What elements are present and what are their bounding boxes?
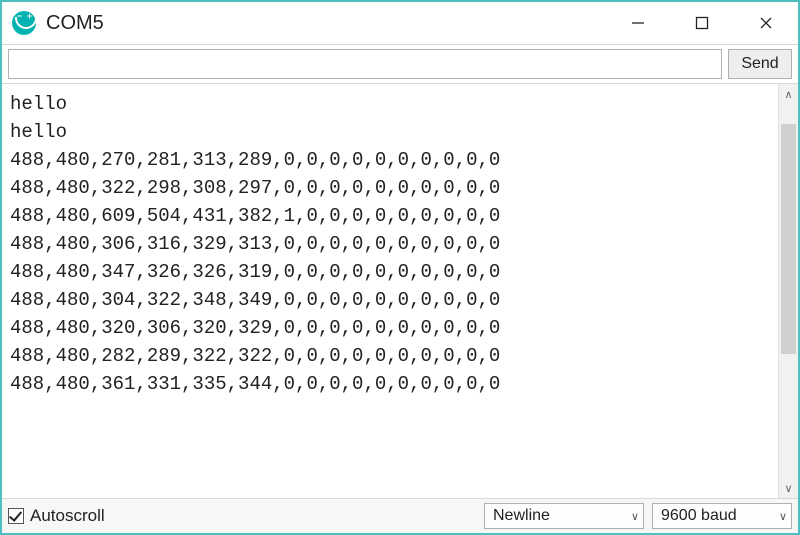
window-controls <box>606 2 798 44</box>
scroll-track[interactable] <box>779 104 798 478</box>
send-button[interactable]: Send <box>728 49 792 79</box>
scroll-thumb[interactable] <box>781 124 796 354</box>
serial-monitor-window: −+ COM5 Send hello hello 488,480,270,281… <box>0 0 800 535</box>
close-icon <box>759 16 773 30</box>
titlebar: −+ COM5 <box>2 2 798 44</box>
autoscroll-label: Autoscroll <box>30 506 105 526</box>
maximize-button[interactable] <box>670 2 734 44</box>
baud-rate-value: 9600 baud <box>661 507 773 525</box>
send-toolbar: Send <box>2 44 798 83</box>
output-area: hello hello 488,480,270,281,313,289,0,0,… <box>2 83 798 499</box>
close-button[interactable] <box>734 2 798 44</box>
maximize-icon <box>695 16 709 30</box>
autoscroll-checkbox[interactable]: Autoscroll <box>8 506 105 526</box>
scroll-up-arrow-icon[interactable]: ∧ <box>779 84 798 104</box>
line-ending-value: Newline <box>493 507 625 525</box>
minimize-icon <box>631 16 645 30</box>
minimize-button[interactable] <box>606 2 670 44</box>
baud-rate-dropdown[interactable]: 9600 baud ∨ <box>652 503 792 529</box>
window-title: COM5 <box>46 12 606 35</box>
serial-output[interactable]: hello hello 488,480,270,281,313,289,0,0,… <box>2 84 778 498</box>
serial-input[interactable] <box>8 49 722 79</box>
scroll-down-arrow-icon[interactable]: ∨ <box>779 478 798 498</box>
chevron-down-icon: ∨ <box>631 510 639 523</box>
vertical-scrollbar[interactable]: ∧ ∨ <box>778 84 798 498</box>
chevron-down-icon: ∨ <box>779 510 787 523</box>
checkbox-icon <box>8 508 24 524</box>
line-ending-dropdown[interactable]: Newline ∨ <box>484 503 644 529</box>
status-bar: Autoscroll Newline ∨ 9600 baud ∨ <box>2 499 798 533</box>
arduino-app-icon: −+ <box>12 11 36 35</box>
